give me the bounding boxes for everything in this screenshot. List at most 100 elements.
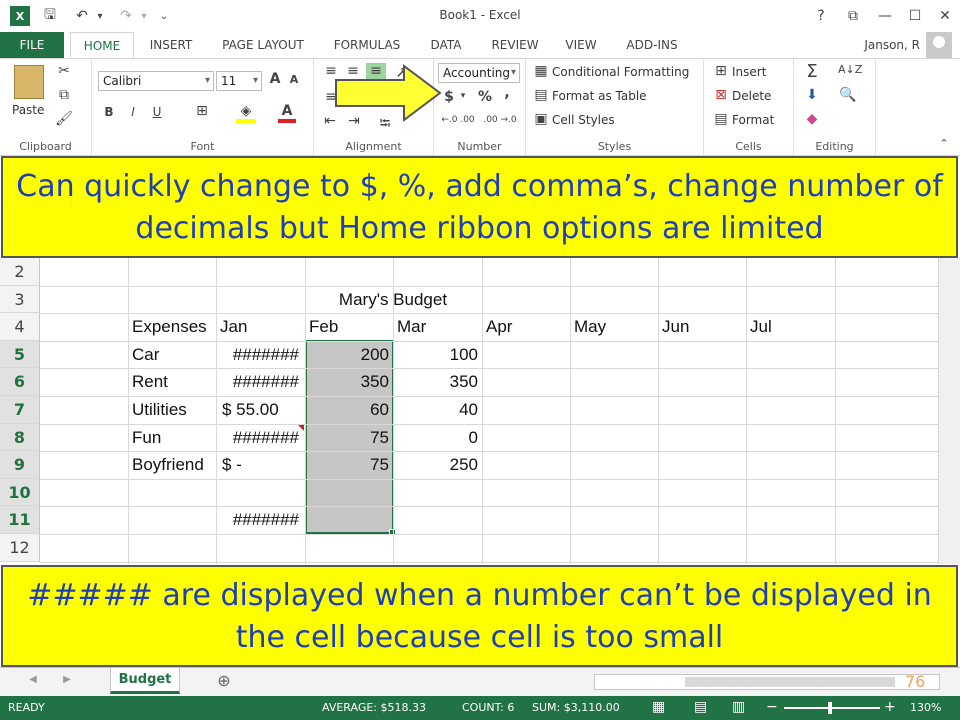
mar-value[interactable]: 350 (393, 368, 482, 396)
tab-formulas[interactable]: FORMULAS (324, 32, 410, 58)
conditional-formatting-button[interactable]: Conditional Formatting (552, 65, 689, 79)
expense-name[interactable]: Fun (128, 424, 216, 452)
sort-filter-icon[interactable]: A↓Z (838, 63, 862, 76)
zoom-level[interactable]: 130% (910, 701, 941, 714)
copy-icon[interactable]: ⧉ (54, 87, 74, 103)
minimize-button[interactable]: — (872, 5, 898, 27)
paste-button[interactable]: Paste (12, 103, 44, 117)
row-header[interactable]: 4 (0, 313, 40, 341)
tab-page-layout[interactable]: PAGE LAYOUT (212, 32, 314, 58)
month-header[interactable]: Mar (393, 313, 482, 341)
comma-style-button[interactable]: , (500, 85, 514, 101)
delete-cells-button[interactable]: Delete (732, 89, 771, 103)
row-header[interactable]: 10 (0, 478, 40, 507)
tab-home[interactable]: HOME (70, 32, 134, 58)
row-header[interactable]: 9 (0, 451, 40, 479)
horizontal-scroll-thumb[interactable] (685, 677, 895, 687)
page-layout-view-icon[interactable]: ▤ (694, 699, 707, 715)
expense-name[interactable]: Boyfriend (128, 451, 216, 479)
next-sheet-icon[interactable]: ▶ (60, 674, 74, 685)
increase-decimal-button[interactable]: ←.0 .00 (436, 115, 480, 125)
tab-insert[interactable]: INSERT (140, 32, 202, 58)
font-color-icon[interactable]: A (278, 103, 296, 123)
zoom-out-icon[interactable]: − (766, 699, 778, 715)
delete-cells-icon[interactable]: ⊠ (712, 87, 730, 103)
format-cells-button[interactable]: Format (732, 113, 774, 127)
accounting-dropdown-icon[interactable]: ▾ (458, 91, 468, 101)
underline-button[interactable]: U (148, 105, 166, 119)
tab-view[interactable]: VIEW (558, 32, 604, 58)
maximize-button[interactable]: ☐ (902, 5, 928, 27)
jan-value[interactable]: ####### (218, 424, 303, 452)
jan-value[interactable]: ####### (218, 341, 303, 369)
avatar[interactable] (926, 32, 952, 58)
row-header[interactable]: 7 (0, 396, 40, 424)
autosum-icon[interactable]: Σ (802, 61, 822, 82)
close-button[interactable]: ✕ (932, 5, 958, 27)
sheet-tab-budget[interactable]: Budget (110, 668, 180, 694)
user-name[interactable]: Janson, R (864, 38, 920, 52)
jan-value[interactable]: $ - (218, 451, 303, 479)
vertical-scrollbar[interactable] (938, 258, 960, 564)
row-header[interactable]: 8 (0, 423, 40, 452)
format-as-table-icon[interactable]: ▤ (532, 87, 550, 103)
tab-add-ins[interactable]: ADD-INS (614, 32, 690, 58)
row-header[interactable]: 11 (0, 506, 40, 534)
shrink-font-icon[interactable]: A (286, 73, 302, 86)
borders-icon[interactable]: ⊞ (192, 103, 212, 119)
mar-value[interactable]: 100 (393, 341, 482, 369)
ribbon-display-button[interactable]: ⧉ (840, 5, 866, 27)
month-header[interactable]: Apr (482, 313, 570, 341)
row-header[interactable]: 5 (0, 340, 40, 369)
mar-value[interactable]: 40 (393, 396, 482, 424)
grow-font-icon[interactable]: A (266, 71, 284, 87)
row-header[interactable]: 12 (0, 534, 40, 562)
cell-styles-icon[interactable]: ▣ (532, 111, 550, 127)
expenses-header[interactable]: Expenses (128, 313, 216, 341)
bold-button[interactable]: B (100, 105, 118, 119)
month-header[interactable]: Jan (216, 313, 305, 341)
help-button[interactable]: ? (808, 5, 834, 27)
find-select-icon[interactable]: 🔍 (838, 87, 858, 103)
horizontal-scrollbar[interactable] (594, 674, 940, 690)
month-header[interactable]: Jul (746, 313, 835, 341)
accounting-format-button[interactable]: $ (440, 89, 458, 105)
feb-value[interactable]: 350 (305, 368, 393, 396)
feb-value[interactable]: 60 (305, 396, 393, 424)
expense-name[interactable]: Utilities (128, 396, 216, 424)
fill-icon[interactable]: ⬇ (802, 87, 822, 103)
month-header[interactable]: Jun (658, 313, 746, 341)
font-name-dropdown[interactable]: Calibri (98, 71, 214, 91)
normal-view-icon[interactable]: ▦ (652, 699, 665, 715)
feb-value[interactable]: 75 (305, 451, 393, 479)
page-break-view-icon[interactable]: ▥ (732, 699, 745, 715)
expense-name[interactable]: Rent (128, 368, 216, 396)
collapse-ribbon-icon[interactable]: ⌃ (936, 137, 952, 150)
decrease-decimal-button[interactable]: .00 →.0 (478, 115, 522, 125)
font-size-dropdown[interactable]: 11 (216, 71, 262, 91)
prev-sheet-icon[interactable]: ◀ (26, 674, 40, 685)
jan-value[interactable]: $ 55.00 (218, 396, 303, 424)
conditional-formatting-icon[interactable]: ▦ (532, 63, 550, 79)
month-header[interactable]: Feb (305, 313, 393, 341)
zoom-slider-thumb[interactable] (828, 702, 832, 714)
cut-icon[interactable]: ✂ (54, 63, 74, 79)
tab-data[interactable]: DATA (420, 32, 472, 58)
fill-color-icon[interactable]: ◈ (236, 103, 256, 123)
zoom-in-icon[interactable]: + (884, 699, 896, 715)
insert-cells-button[interactable]: Insert (732, 65, 766, 79)
zoom-slider[interactable] (784, 707, 880, 709)
format-painter-icon[interactable]: 🖌 (54, 111, 74, 127)
comment-indicator-icon[interactable] (298, 424, 304, 431)
month-header[interactable]: May (570, 313, 658, 341)
row-header[interactable]: 3 (0, 285, 40, 314)
add-sheet-icon[interactable]: ⊕ (214, 671, 234, 690)
percent-style-button[interactable]: % (476, 89, 494, 105)
italic-button[interactable]: I (124, 105, 142, 119)
row-header[interactable]: 6 (0, 368, 40, 396)
insert-cells-icon[interactable]: ⊞ (712, 63, 730, 79)
jan-value[interactable]: ####### (218, 368, 303, 396)
feb-value[interactable]: 75 (305, 424, 393, 452)
sheet-title[interactable]: Mary's Budget (216, 286, 570, 314)
number-format-dropdown[interactable]: Accounting (438, 63, 520, 83)
